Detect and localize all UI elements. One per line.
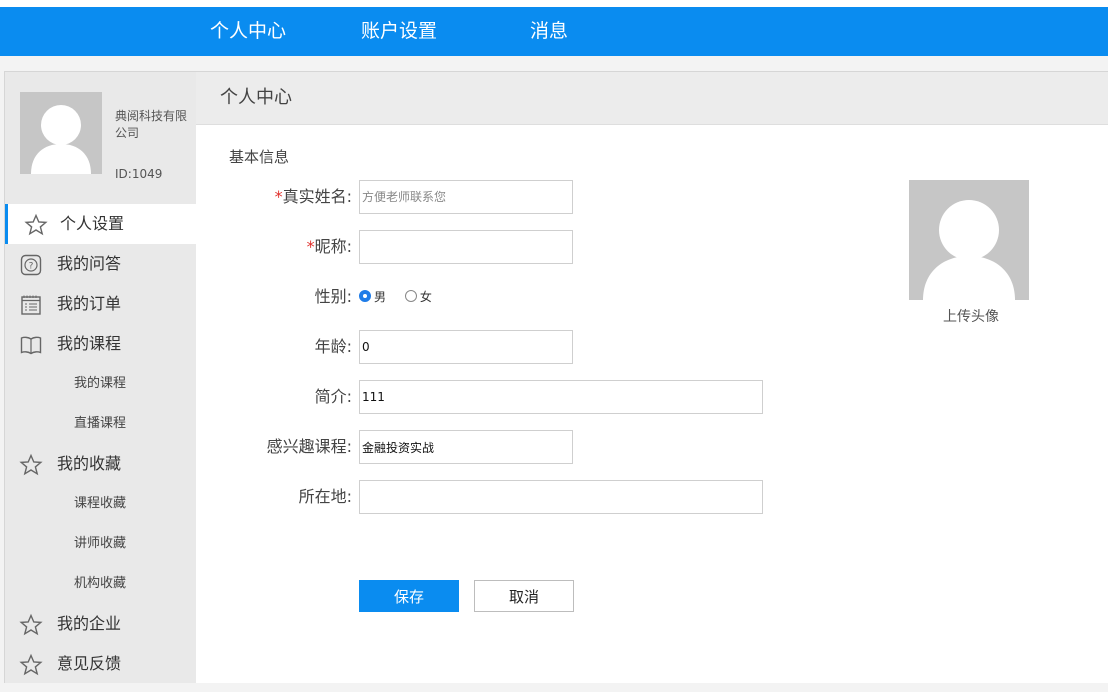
main-header: 个人中心 bbox=[196, 72, 1108, 125]
profile-avatar[interactable] bbox=[909, 180, 1029, 300]
book-icon bbox=[19, 332, 43, 356]
interest-label: 感兴趣课程: bbox=[266, 437, 352, 456]
required-mark: * bbox=[274, 187, 283, 206]
sidebar-item-feedback[interactable]: 意见反馈 bbox=[5, 644, 197, 684]
required-mark: * bbox=[306, 237, 315, 256]
gender-female-radio[interactable] bbox=[404, 290, 417, 302]
company-name: 典阅科技有限公司 bbox=[115, 109, 188, 140]
question-icon: ? bbox=[19, 252, 43, 276]
intro-label: 简介: bbox=[314, 387, 352, 406]
sidebar-item-my-orders[interactable]: 我的订单 bbox=[5, 284, 197, 324]
sidebar-item-label: 个人设置 bbox=[60, 214, 125, 233]
sidebar: 典阅科技有限公司 ID:1049 个人设置 ? 我的问答 我的订单 我的课程 我… bbox=[4, 71, 198, 683]
real-name-label: *真实姓名: bbox=[274, 187, 352, 206]
sidebar-subitem-course-favorites[interactable]: 课程收藏 bbox=[5, 484, 197, 524]
sidebar-subitem-org-favorites[interactable]: 机构收藏 bbox=[5, 564, 197, 604]
nav-messages[interactable]: 消息 bbox=[530, 7, 568, 56]
star-icon bbox=[24, 212, 48, 236]
nav-personal-center[interactable]: 个人中心 bbox=[210, 7, 286, 56]
real-name-input[interactable] bbox=[359, 180, 573, 214]
top-strip bbox=[0, 0, 1108, 7]
user-id: ID:1049 bbox=[115, 167, 163, 181]
save-button[interactable]: 保存 bbox=[359, 580, 459, 612]
user-avatar[interactable] bbox=[20, 92, 102, 174]
sidebar-item-my-favorites[interactable]: 我的收藏 bbox=[5, 444, 197, 484]
sidebar-item-label: 我的企业 bbox=[57, 614, 122, 633]
sidebar-subitem-my-courses[interactable]: 我的课程 bbox=[5, 364, 197, 404]
gender-radio-group: 男 女 bbox=[359, 280, 447, 314]
sidebar-item-label: 意见反馈 bbox=[57, 654, 122, 673]
nickname-label: *昵称: bbox=[306, 237, 352, 256]
sidebar-item-my-courses[interactable]: 我的课程 bbox=[5, 324, 197, 364]
main-panel: 个人中心 基本信息 *真实姓名: *昵称: 性别: 男 女 年龄: 简介 bbox=[196, 71, 1108, 683]
gender-male-radio[interactable] bbox=[359, 290, 371, 302]
gender-male-label[interactable]: 男 bbox=[374, 290, 386, 304]
sidebar-item-personal-settings[interactable]: 个人设置 bbox=[5, 204, 197, 244]
interest-input[interactable] bbox=[359, 430, 573, 464]
form-row-intro: 简介: bbox=[196, 380, 796, 416]
age-input[interactable] bbox=[359, 330, 573, 364]
nav-account-settings[interactable]: 账户设置 bbox=[361, 7, 437, 56]
form-row-location: 所在地: bbox=[196, 480, 796, 516]
location-input[interactable] bbox=[359, 480, 763, 514]
sidebar-item-label: 我的课程 bbox=[57, 334, 122, 353]
sidebar-item-my-enterprise[interactable]: 我的企业 bbox=[5, 604, 197, 644]
form-row-real-name: *真实姓名: bbox=[196, 180, 796, 216]
form-row-age: 年龄: bbox=[196, 330, 796, 366]
form-row-interest: 感兴趣课程: bbox=[196, 430, 796, 466]
page-title: 个人中心 bbox=[220, 87, 292, 108]
sidebar-subitem-live-courses[interactable]: 直播课程 bbox=[5, 404, 197, 444]
location-label: 所在地: bbox=[298, 487, 352, 506]
form-row-gender: 性别: 男 女 bbox=[196, 280, 796, 316]
gender-female-label[interactable]: 女 bbox=[420, 290, 432, 304]
svg-text:?: ? bbox=[29, 262, 34, 272]
sidebar-item-label: 我的订单 bbox=[57, 294, 122, 313]
sidebar-item-label: 我的收藏 bbox=[57, 454, 122, 473]
sidebar-subitem-teacher-favorites[interactable]: 讲师收藏 bbox=[5, 524, 197, 564]
section-title: 基本信息 bbox=[229, 148, 290, 166]
gender-label: 性别: bbox=[314, 287, 352, 306]
top-nav-bar: 个人中心 账户设置 消息 bbox=[0, 7, 1108, 56]
star-icon bbox=[19, 652, 43, 676]
age-label: 年龄: bbox=[314, 337, 352, 356]
order-list-icon bbox=[19, 292, 43, 316]
sidebar-menu: 个人设置 ? 我的问答 我的订单 我的课程 我的课程 直播课程 我的收藏 课程收… bbox=[5, 204, 197, 684]
star-icon bbox=[19, 452, 43, 476]
cancel-button[interactable]: 取消 bbox=[474, 580, 574, 612]
upload-avatar-link[interactable]: 上传头像 bbox=[909, 306, 1033, 326]
intro-input[interactable] bbox=[359, 380, 763, 414]
nickname-input[interactable] bbox=[359, 230, 573, 264]
star-icon bbox=[19, 612, 43, 636]
form-row-nickname: *昵称: bbox=[196, 230, 796, 266]
sidebar-item-my-qa[interactable]: ? 我的问答 bbox=[5, 244, 197, 284]
sidebar-item-label: 我的问答 bbox=[57, 254, 122, 273]
